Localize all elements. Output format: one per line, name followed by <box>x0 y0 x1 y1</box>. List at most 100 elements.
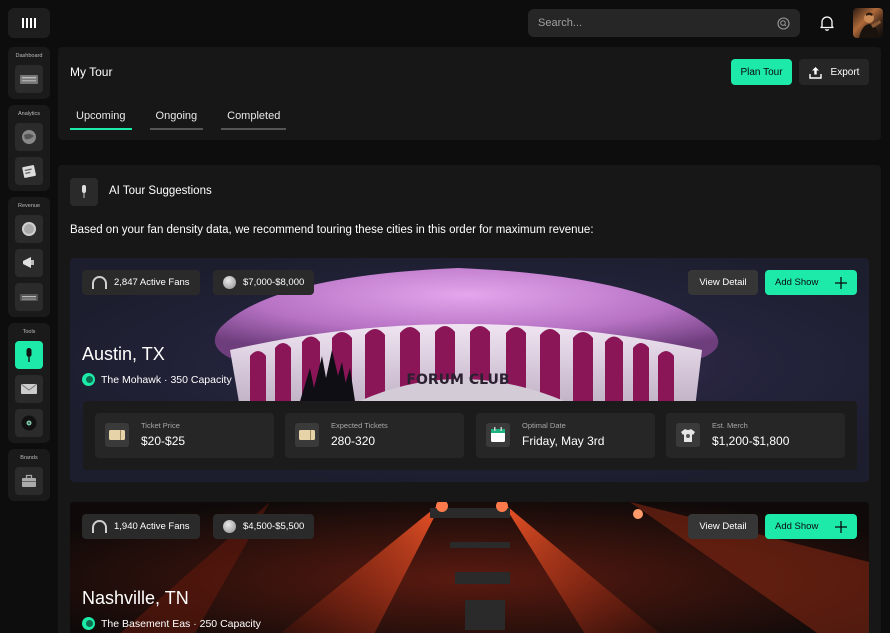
stat-label: Expected Tickets <box>331 421 388 430</box>
sidebar-label-tools: Tools <box>22 329 36 335</box>
tour-header-panel: My Tour Plan Tour Export Upcoming Ongoin… <box>58 47 881 140</box>
sidebar-label-dashboard: Dashboard <box>15 53 43 59</box>
add-show-label: Add Show <box>775 521 819 532</box>
headphones-icon <box>92 520 107 533</box>
bell-icon[interactable] <box>818 14 836 32</box>
city-name: Nashville, TN <box>82 588 189 608</box>
coin-icon <box>223 520 236 533</box>
sidebar-item-revenue-deck[interactable] <box>15 283 43 311</box>
globe-icon <box>22 130 36 144</box>
sidebar-item-revenue-coin[interactable] <box>15 215 43 243</box>
revenue-chip: $4,500-$5,500 <box>213 514 315 539</box>
stat-ticket-price: Ticket Price $20-$25 <box>95 413 274 458</box>
add-show-label: Add Show <box>775 277 819 288</box>
active-fans-chip: 2,847 Active Fans <box>82 270 200 295</box>
ai-suggestions-panel: AI Tour Suggestions Based on your fan de… <box>58 165 881 633</box>
calendar-icon <box>486 423 510 447</box>
report-icon <box>22 165 36 178</box>
venue-info: The Mohawk · 350 Capacity <box>82 373 232 386</box>
headphones-icon <box>92 276 107 289</box>
revenue-label: $7,000-$8,000 <box>243 277 305 288</box>
stat-value: $20-$25 <box>141 434 186 448</box>
sidebar-item-dashboard[interactable] <box>15 65 43 93</box>
revenue-label: $4,500-$5,500 <box>243 521 305 532</box>
revenue-chip: $7,000-$8,000 <box>213 270 315 295</box>
sidebar: Dashboard Analytics Revenue Tools Brands <box>8 47 50 507</box>
sidebar-group-brands: Brands <box>8 449 50 501</box>
page-title: My Tour <box>70 65 113 79</box>
ticket-icon <box>295 423 319 447</box>
stat-value: 280-320 <box>331 434 376 448</box>
venue-icon <box>82 617 95 630</box>
avatar[interactable] <box>853 8 883 38</box>
venue-label: The Basement Eas · 250 Capacity <box>101 617 261 630</box>
venue-label: The Mohawk · 350 Capacity <box>101 373 232 386</box>
briefcase-icon <box>22 474 36 487</box>
sidebar-item-tools-mic[interactable] <box>15 341 43 369</box>
venue-sign-text: FORUM CLUB <box>406 372 509 388</box>
plan-tour-button[interactable]: Plan Tour <box>731 59 792 85</box>
city-card-nashville: 1,940 Active Fans $4,500-$5,500 View Det… <box>70 502 869 633</box>
plus-icon <box>835 276 847 289</box>
active-fans-chip: 1,940 Active Fans <box>82 514 200 539</box>
coin-icon <box>22 222 36 236</box>
view-detail-button[interactable]: View Detail <box>688 270 758 295</box>
suggestions-title: AI Tour Suggestions <box>109 185 212 197</box>
tshirt-icon <box>676 423 700 447</box>
export-button[interactable]: Export <box>799 59 869 85</box>
venue-info: The Basement Eas · 250 Capacity <box>82 617 261 630</box>
search-icon[interactable] <box>777 16 790 30</box>
mail-icon <box>20 383 38 394</box>
city-name: Austin, TX <box>82 344 165 364</box>
stats-panel: Ticket Price $20-$25 Expected Tickets 28… <box>83 401 857 470</box>
microphone-icon <box>26 348 32 362</box>
sidebar-item-analytics-globe[interactable] <box>15 123 43 151</box>
stat-expected-tickets: Expected Tickets 280-320 <box>285 413 464 458</box>
stat-label: Ticket Price <box>141 421 180 430</box>
mixer-icon <box>20 75 38 84</box>
sidebar-item-brands[interactable] <box>15 467 43 495</box>
stat-label: Est. Merch <box>712 421 748 430</box>
sidebar-label-brands: Brands <box>20 455 38 461</box>
venue-icon <box>82 373 95 386</box>
megaphone-icon <box>23 257 34 268</box>
logo[interactable] <box>8 8 50 38</box>
microphone-icon <box>70 178 98 206</box>
stat-value: $1,200-$1,800 <box>712 434 790 448</box>
add-show-button[interactable]: Add Show <box>765 270 857 295</box>
ticket-icon <box>105 423 129 447</box>
sidebar-item-tools-mail[interactable] <box>15 375 43 403</box>
stat-est-merch: Est. Merch $1,200-$1,800 <box>666 413 845 458</box>
search-input[interactable] <box>538 17 758 29</box>
stat-value: Friday, May 3rd <box>522 434 605 448</box>
search-bar[interactable] <box>528 9 800 37</box>
tour-tabs: Upcoming Ongoing Completed <box>70 110 287 130</box>
sidebar-label-revenue: Revenue <box>17 203 41 209</box>
sidebar-group-dashboard: Dashboard <box>8 47 50 99</box>
deck-icon <box>20 294 38 301</box>
suggestions-description: Based on your fan density data, we recom… <box>70 224 594 236</box>
city-card-austin: FORUM CLUB 2,847 Active Fans $7,000-$8,0… <box>70 258 869 482</box>
sidebar-item-revenue-megaphone[interactable] <box>15 249 43 277</box>
tab-upcoming[interactable]: Upcoming <box>70 110 132 130</box>
coin-icon <box>223 276 236 289</box>
sidebar-group-tools: Tools <box>8 323 50 443</box>
logo-icon <box>22 18 36 28</box>
stat-label: Optimal Date <box>522 421 566 430</box>
add-show-button[interactable]: Add Show <box>765 514 857 539</box>
vinyl-icon <box>21 415 37 431</box>
export-label: Export <box>830 66 860 78</box>
sidebar-label-analytics: Analytics <box>17 111 40 117</box>
sidebar-group-analytics: Analytics <box>8 105 50 191</box>
view-detail-button[interactable]: View Detail <box>688 514 758 539</box>
sidebar-group-revenue: Revenue <box>8 197 50 317</box>
tab-completed[interactable]: Completed <box>221 110 287 130</box>
plus-icon <box>835 520 847 533</box>
sidebar-item-tools-vinyl[interactable] <box>15 409 43 437</box>
upload-icon <box>808 66 822 79</box>
active-fans-label: 1,940 Active Fans <box>114 521 190 532</box>
active-fans-label: 2,847 Active Fans <box>114 277 190 288</box>
sidebar-item-analytics-report[interactable] <box>15 157 43 185</box>
tab-ongoing[interactable]: Ongoing <box>149 110 204 130</box>
stat-optimal-date: Optimal Date Friday, May 3rd <box>476 413 655 458</box>
